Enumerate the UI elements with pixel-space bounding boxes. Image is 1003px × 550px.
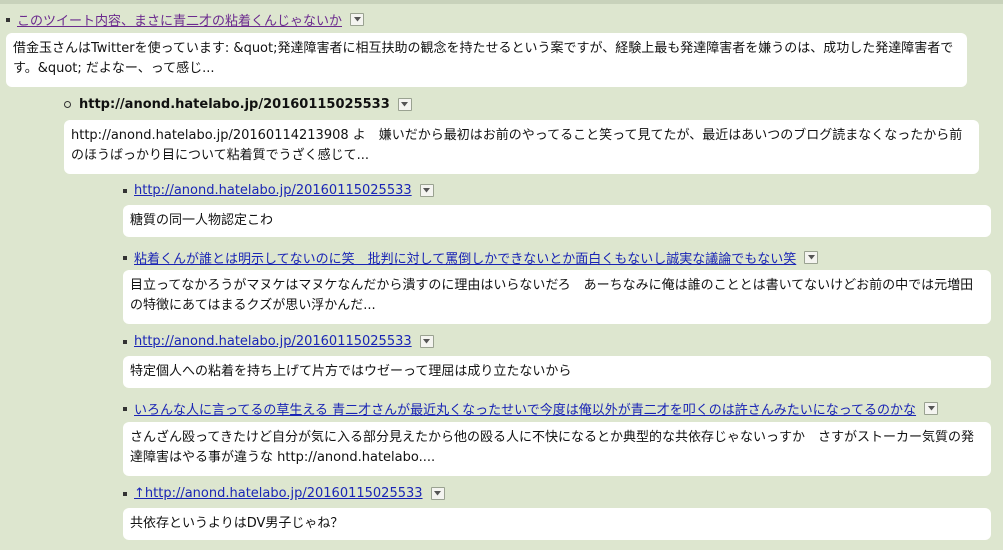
dropdown-arrow-icon[interactable] [419,335,434,348]
dropdown-arrow-icon[interactable] [350,13,365,26]
entry-excerpt: 共依存というよりはDV男子じゃね？ [123,508,991,540]
dropdown-arrow-icon[interactable] [419,184,434,197]
entry-title-link[interactable]: いろんな人に言ってるの草生える 青二才さんが最近丸くなったせいで今度は俺以外が青… [134,399,916,418]
entry-excerpt: 特定個人への粘着を持ち上げて片方ではウゼーって理屈は成り立たないから [123,356,991,388]
bullet-icon [123,255,127,260]
entry-excerpt: さんざん殴ってきたけど自分が気に入る部分見えたから他の殴る人に不快になるとか典型… [123,422,991,476]
entry-title-link[interactable]: 粘着くんが誰とは明示してないのに笑 批判に対して罵倒しかできないとか面白くもない… [134,248,796,267]
top-border [0,0,1003,4]
bullet-icon [123,491,127,496]
dropdown-arrow-icon[interactable] [430,487,445,500]
bullet-icon [123,406,127,411]
entry-excerpt: 借金玉さんはTwitterを使っています: &quot;発達障害者に相互扶助の観… [6,33,967,87]
entry-title-link[interactable]: ↑http://anond.hatelabo.jp/20160115025533 [134,486,423,501]
entry-title-link[interactable]: http://anond.hatelabo.jp/20160115025533 [134,334,412,349]
entry-title-row: いろんな人に言ってるの草生える 青二才さんが最近丸くなったせいで今度は俺以外が青… [123,399,939,418]
entry-title-row: http://anond.hatelabo.jp/20160115025533 [123,183,434,198]
dropdown-arrow-icon[interactable] [924,402,939,415]
entry-title-row: http://anond.hatelabo.jp/20160115025533 [64,97,412,112]
dropdown-arrow-icon[interactable] [397,98,412,111]
entry-title-current: http://anond.hatelabo.jp/20160115025533 [79,97,390,112]
entry-excerpt: 目立ってなかろうがマヌケはマヌケなんだから潰すのに理由はいらないだろ あーちなみ… [123,270,991,324]
entry-title-link[interactable]: このツイート内容、まさに青二才の粘着くんじゃないか [17,10,342,29]
entry-title-link[interactable]: http://anond.hatelabo.jp/20160115025533 [134,183,412,198]
entry-excerpt: 糖質の同一人物認定こわ [123,205,991,237]
entry-title-row: ↑http://anond.hatelabo.jp/20160115025533 [123,486,445,501]
bullet-icon [6,17,10,22]
bullet-icon [123,188,127,193]
entry-title-row: このツイート内容、まさに青二才の粘着くんじゃないか [6,10,365,29]
entry-excerpt: http://anond.hatelabo.jp/20160114213908 … [64,120,979,174]
entry-title-row: 粘着くんが誰とは明示してないのに笑 批判に対して罵倒しかできないとか面白くもない… [123,248,819,267]
entry-title-row: http://anond.hatelabo.jp/20160115025533 [123,334,434,349]
dropdown-arrow-icon[interactable] [804,251,819,264]
bullet-icon [64,101,71,108]
bullet-icon [123,339,127,344]
